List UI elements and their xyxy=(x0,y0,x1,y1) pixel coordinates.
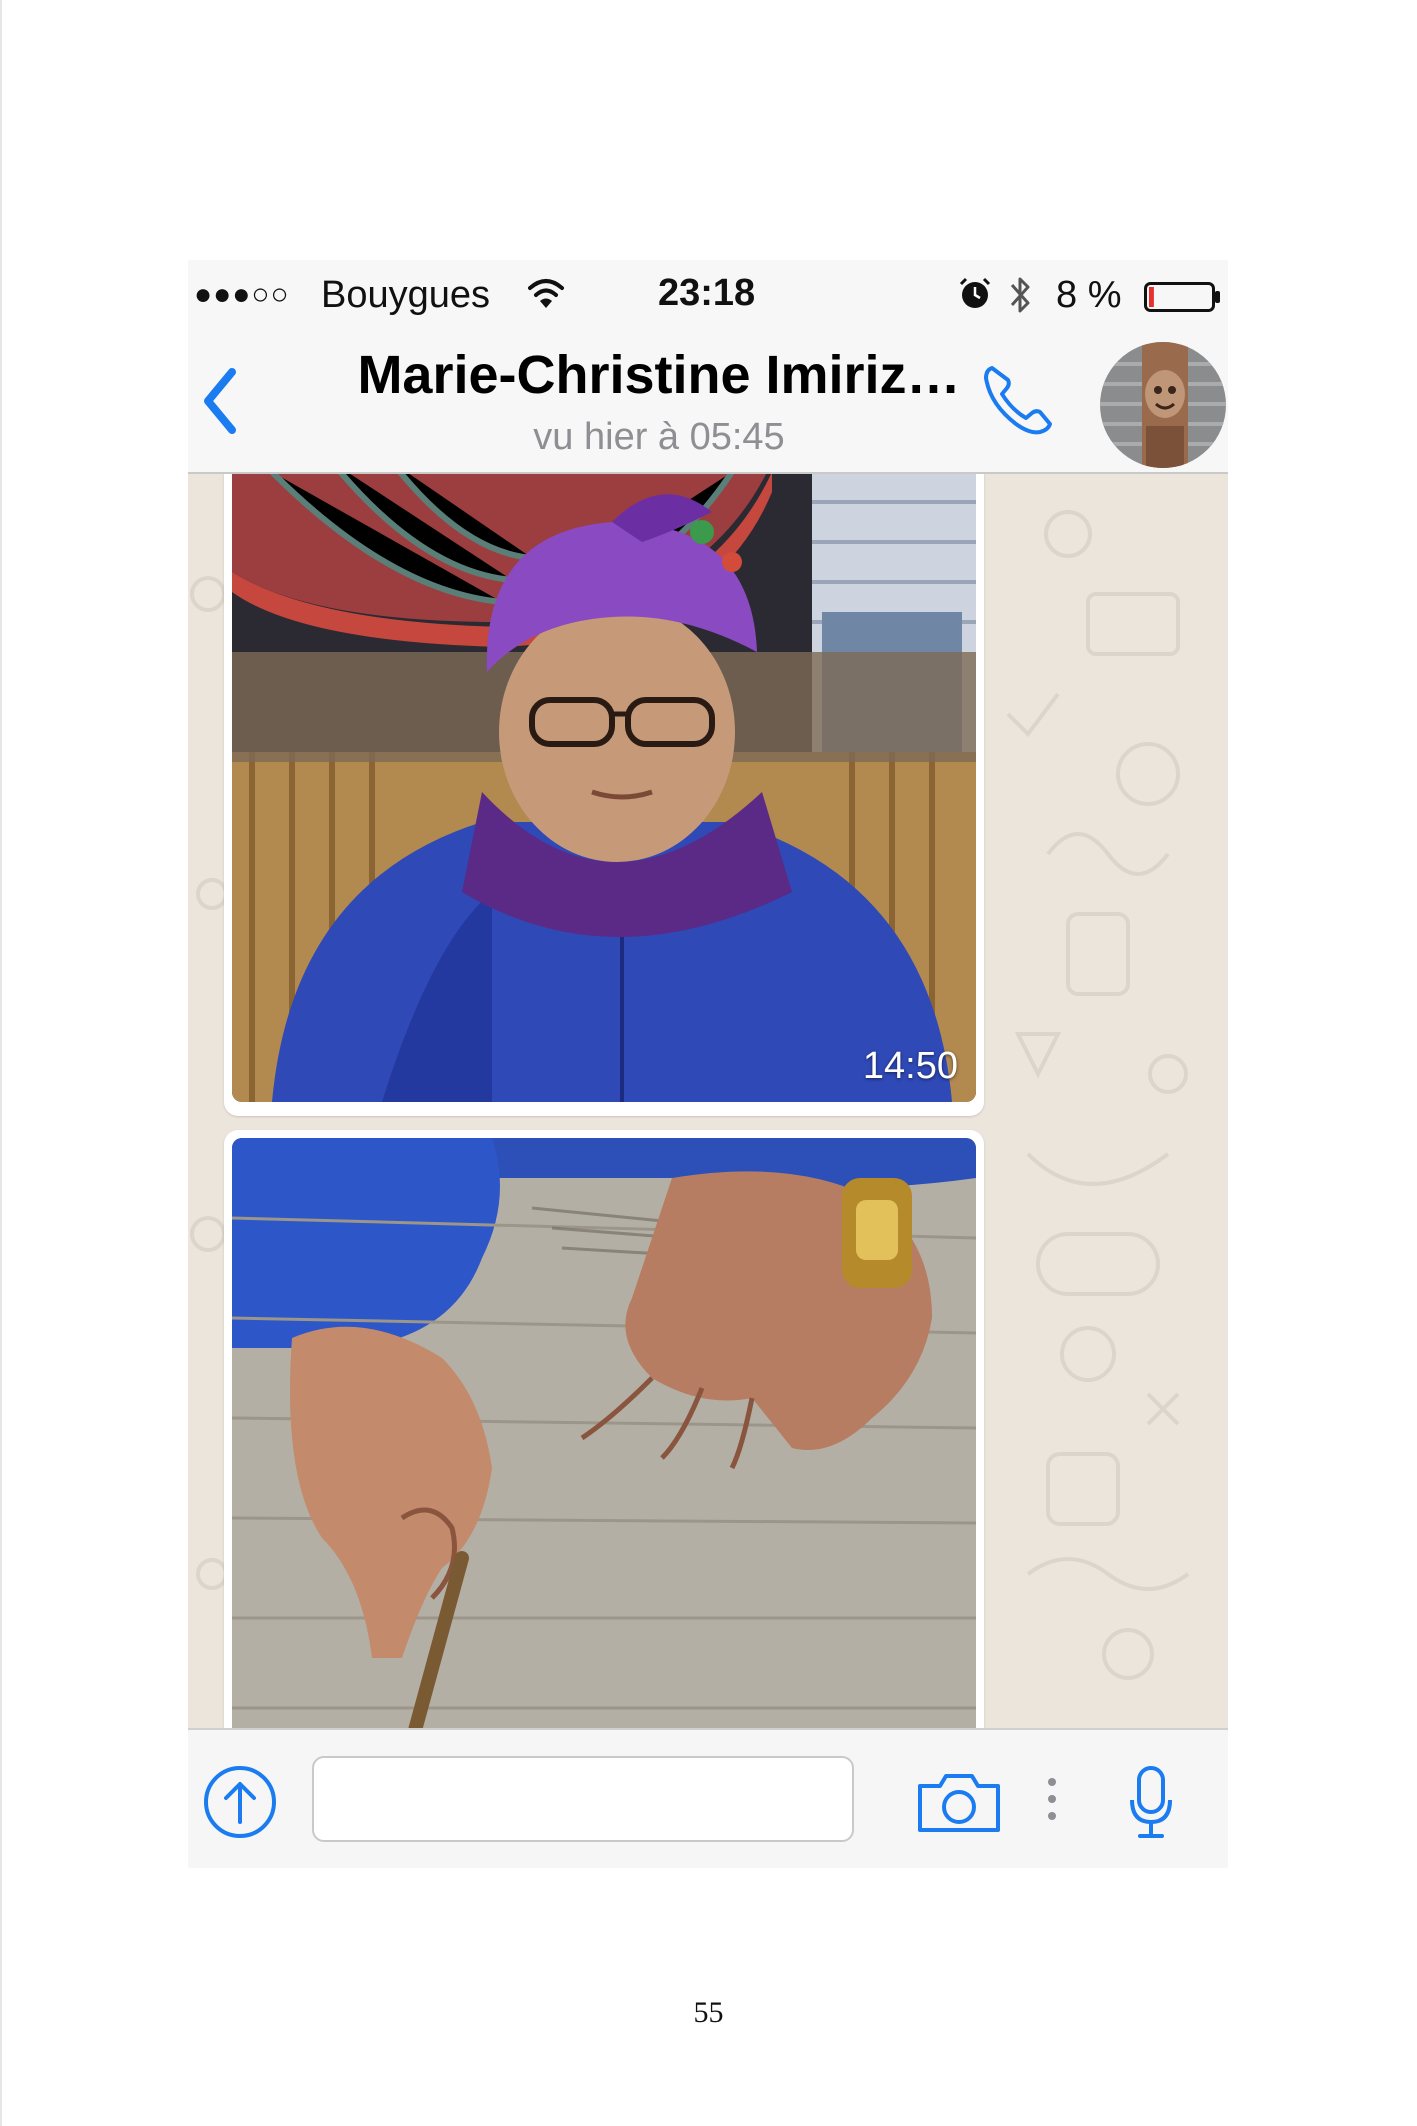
image-message[interactable]: 14:50 xyxy=(224,474,984,1116)
battery-percentage: 8 % xyxy=(1056,274,1122,316)
bluetooth-icon xyxy=(1010,277,1030,313)
battery-icon xyxy=(1144,282,1220,312)
contact-name[interactable]: Marie-Christine Imiriz… xyxy=(324,344,994,406)
wifi-icon xyxy=(528,279,564,308)
avatar[interactable] xyxy=(1100,342,1226,468)
photo-hands-fabric[interactable] xyxy=(232,1138,976,1728)
signal-strength: ●●●○○ xyxy=(194,278,290,311)
microphone-icon[interactable] xyxy=(1128,1764,1174,1840)
phone-screenshot: ●●●○○ Bouygues 23:18 8 % Marie-Christine… xyxy=(188,260,1228,1868)
status-time: 23:18 xyxy=(658,272,756,314)
message-input[interactable] xyxy=(312,1756,854,1842)
more-dots-icon[interactable] xyxy=(1046,1774,1058,1824)
image-message[interactable] xyxy=(224,1130,984,1728)
last-seen-status: vu hier à 05:45 xyxy=(533,416,785,458)
message-list[interactable]: 14:50 xyxy=(188,474,1228,1728)
share-arrow-icon[interactable] xyxy=(202,1764,278,1840)
message-composer xyxy=(188,1728,1228,1868)
page-edge xyxy=(0,0,2,2126)
chat-header: Marie-Christine Imiriz… vu hier à 05:45 xyxy=(188,332,1228,474)
phone-icon[interactable] xyxy=(978,358,1060,440)
page-number: 55 xyxy=(693,1996,724,2029)
message-time: 14:50 xyxy=(862,1045,958,1087)
alarm-icon xyxy=(959,277,991,308)
status-bar: ●●●○○ Bouygues 23:18 8 % xyxy=(188,260,1228,332)
carrier-name: Bouygues xyxy=(321,274,491,316)
camera-icon[interactable] xyxy=(916,1770,1002,1834)
back-chevron-icon[interactable] xyxy=(196,362,246,440)
photo-woman-weaving[interactable]: 14:50 xyxy=(232,474,976,1102)
